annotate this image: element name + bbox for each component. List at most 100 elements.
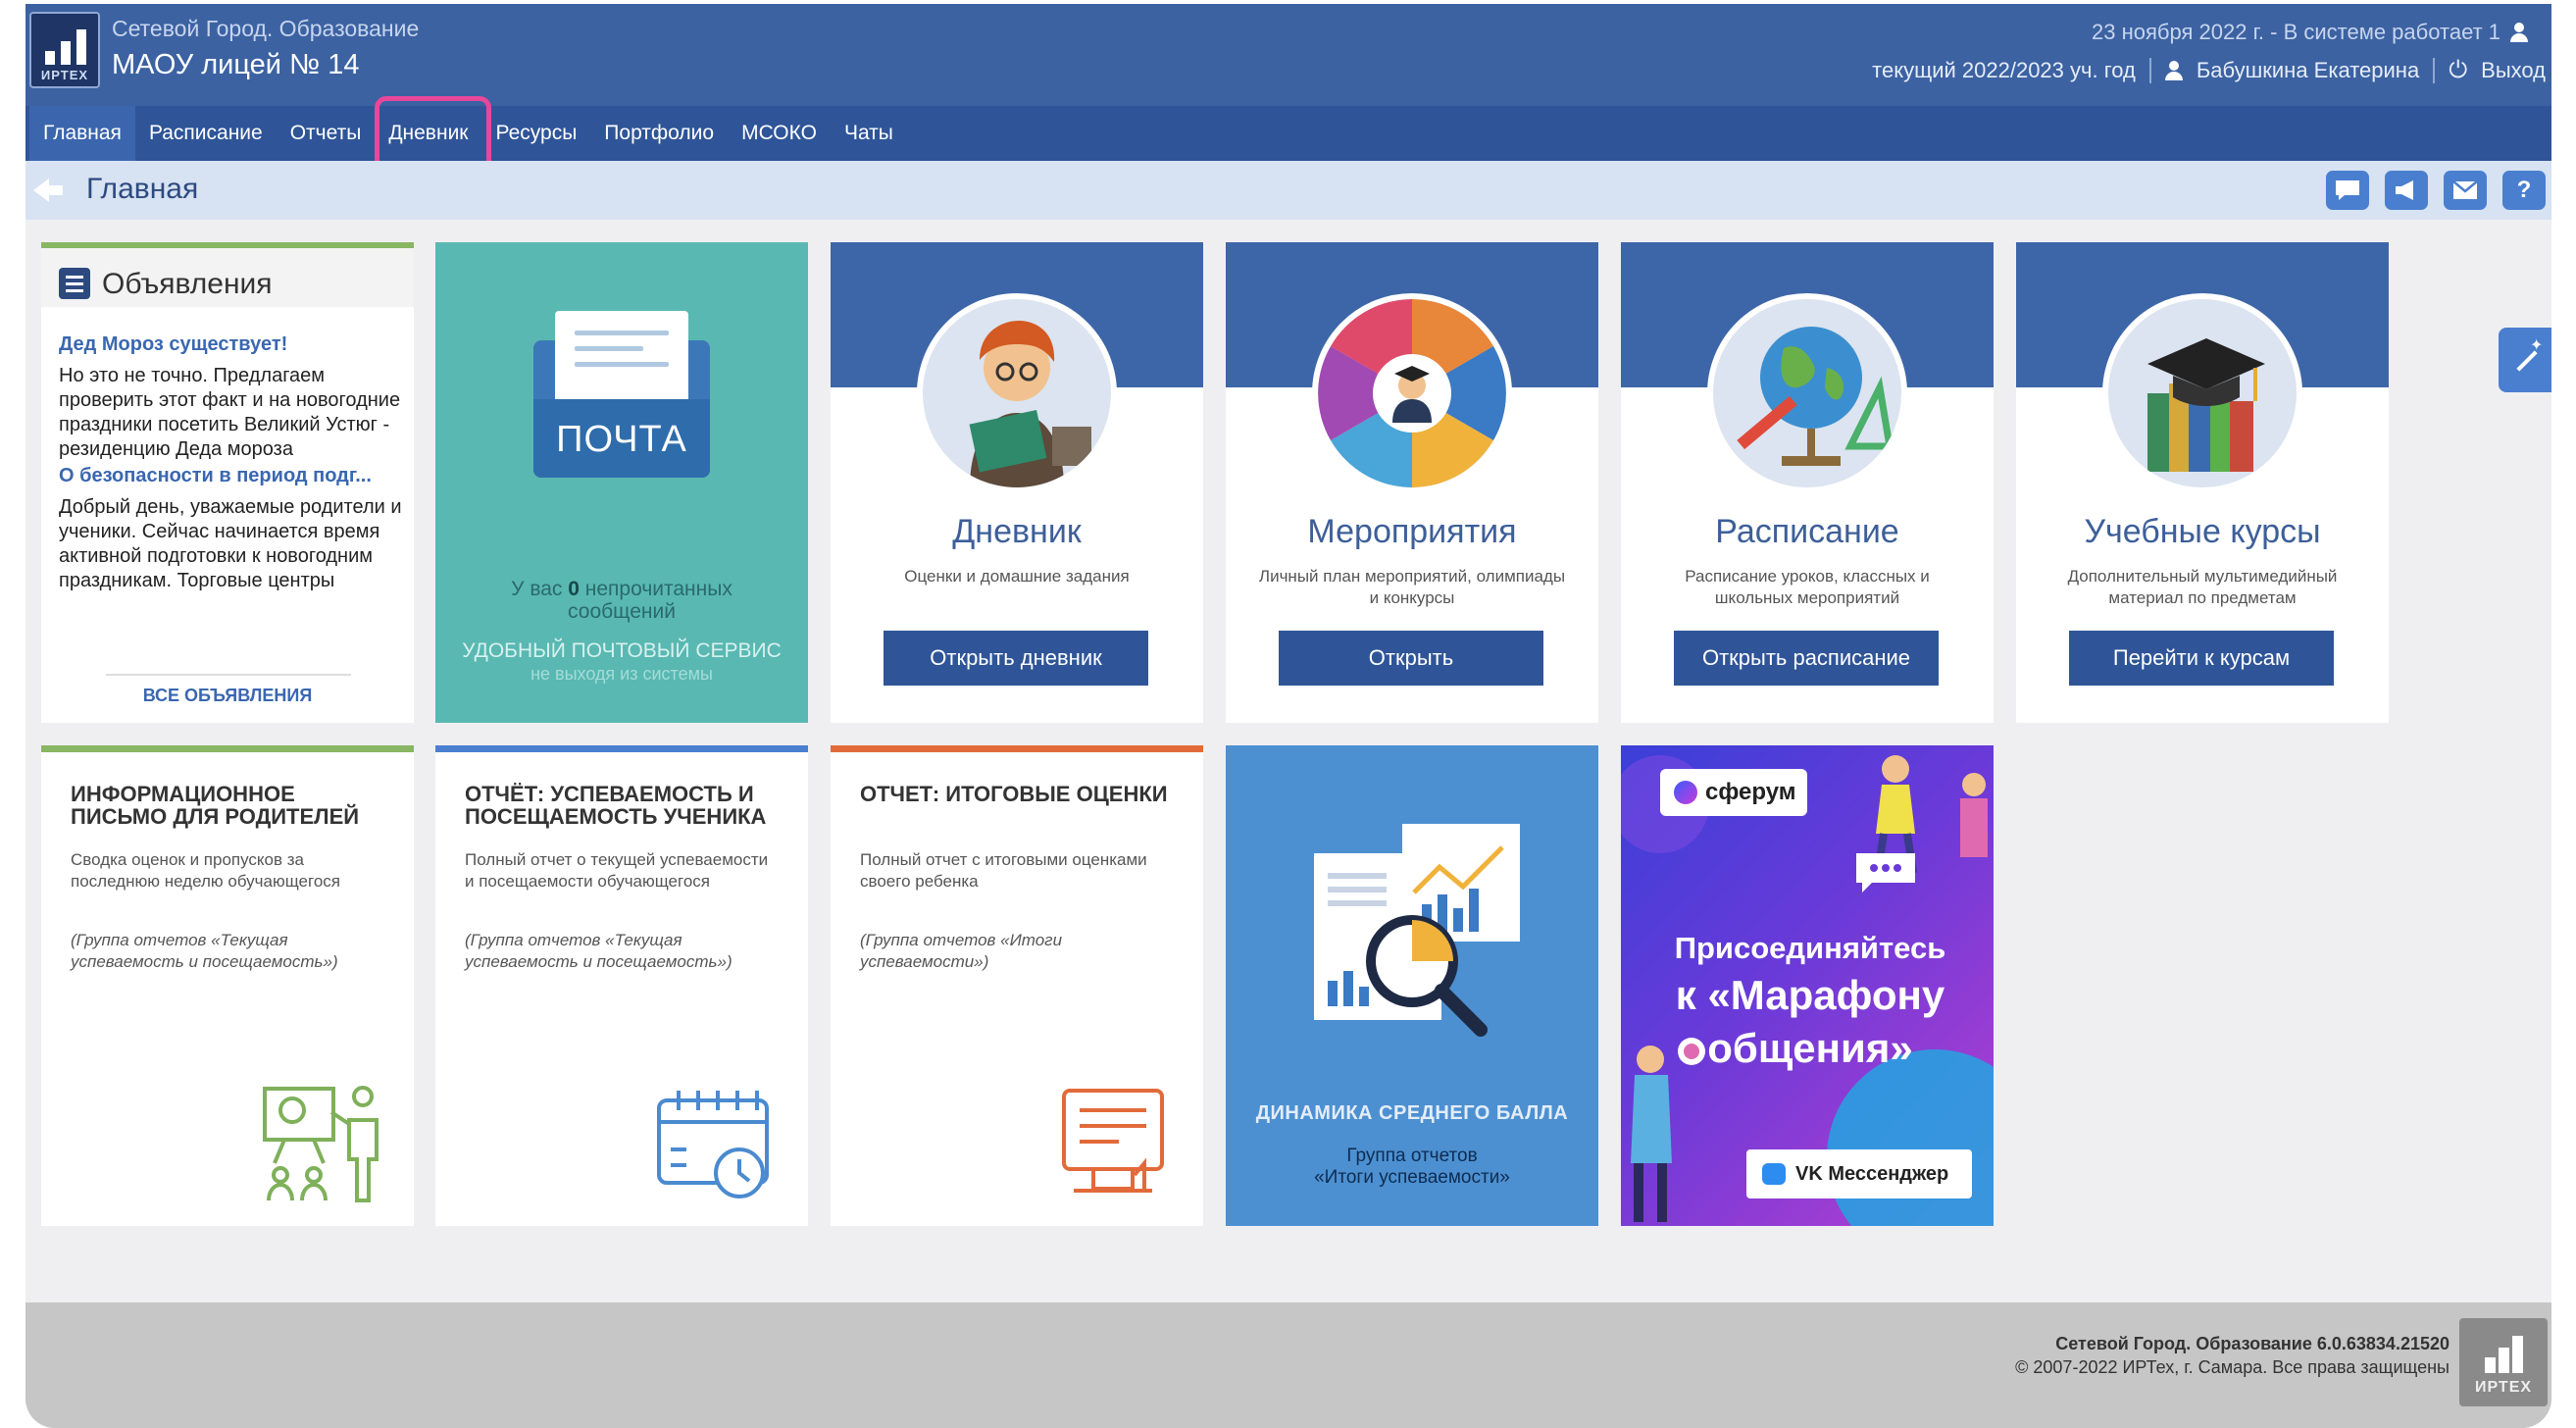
nav-item-schedule[interactable]: Расписание bbox=[135, 106, 277, 161]
report-description: Полный отчет о текущей успеваемости и по… bbox=[465, 850, 769, 891]
events-tile: Мероприятия Личный план мероприятий, оли… bbox=[1226, 242, 1598, 723]
mail-service-subtitle: не выходя из системы bbox=[530, 664, 713, 684]
page-title: Главная bbox=[86, 173, 199, 205]
back-arrow-icon[interactable] bbox=[33, 178, 63, 202]
accent-line bbox=[831, 745, 1203, 752]
books-graduation-cap-icon bbox=[2102, 293, 2302, 493]
open-diary-button[interactable]: Открыть дневник bbox=[884, 631, 1148, 686]
divider bbox=[2433, 58, 2436, 83]
mail-card[interactable]: ПОЧТА У вас 0 непрочитанных сообщений УД… bbox=[435, 242, 808, 723]
user-panel: текущий 2022/2023 уч. год Бабушкина Екат… bbox=[1872, 57, 2546, 84]
report-title: ОТЧЕТ: ИТОГОВЫЕ ОЦЕНКИ bbox=[860, 782, 1168, 806]
open-schedule-button[interactable]: Открыть расписание bbox=[1674, 631, 1939, 686]
report-title: ИНФОРМАЦИОННОЕ ПИСЬМО ДЛЯ РОДИТЕЛЕЙ bbox=[71, 782, 360, 829]
dynamics-title: ДИНАМИКА СРЕДНЕГО БАЛЛА bbox=[1255, 1102, 1569, 1124]
logo-text: ИРТЕХ bbox=[40, 68, 89, 82]
parent-letter-report-card[interactable]: ИНФОРМАЦИОННОЕ ПИСЬМО ДЛЯ РОДИТЕЛЕЙ Свод… bbox=[41, 745, 414, 1226]
footer-text: Сетевой Город. Образование 6.0.63834.215… bbox=[2015, 1332, 2450, 1379]
help-icon[interactable]: ? bbox=[2502, 171, 2546, 210]
report-group: (Группа отчетов «Текущая успеваемость и … bbox=[71, 931, 338, 971]
student-reading-icon bbox=[917, 293, 1117, 493]
unread-messages: У вас 0 непрочитанных сообщений bbox=[455, 578, 788, 623]
report-group: (Группа отчетов «Текущая успеваемость и … bbox=[465, 931, 732, 971]
ad-headline: Присоединяйтесь к «Марафону общения» bbox=[1639, 928, 1982, 1075]
app-window: ИРТЕХ Сетевой Город. Образование МАОУ ли… bbox=[25, 4, 2551, 1428]
nav-item-diary[interactable]: Дневник bbox=[375, 96, 492, 177]
attendance-report-card[interactable]: ОТЧЁТ: УСПЕВАЕМОСТЬ И ПОСЕЩАЕМОСТЬ УЧЕНИ… bbox=[435, 745, 808, 1226]
footer-logo-text: ИРТЕХ bbox=[2474, 1379, 2533, 1396]
irtech-logo[interactable]: ИРТЕХ bbox=[29, 12, 100, 88]
nav-item-resources[interactable]: Ресурсы bbox=[481, 106, 590, 161]
envelope-label: ПОЧТА bbox=[556, 419, 687, 460]
school-year[interactable]: текущий 2022/2023 уч. год bbox=[1872, 58, 2136, 83]
presentation-board-icon bbox=[255, 1081, 392, 1208]
final-grades-report-card[interactable]: ОТЧЕТ: ИТОГОВЫЕ ОЦЕНКИ Полный отчет с ит… bbox=[831, 745, 1203, 1226]
vk-messenger-badge[interactable]: VK Мессенджер bbox=[1746, 1149, 1972, 1198]
announcement-title[interactable]: О безопасности в период подг... bbox=[59, 464, 402, 487]
tile-title: Дневник bbox=[952, 513, 1082, 550]
tile-description: Личный план мероприятий, олимпиады и кон… bbox=[1258, 567, 1566, 607]
header: ИРТЕХ Сетевой Город. Образование МАОУ ли… bbox=[25, 4, 2551, 106]
dynamics-subtitle: Группа отчетов «Итоги успеваемости» bbox=[1226, 1146, 1598, 1189]
schedule-tile: Расписание Расписание уроков, классных и… bbox=[1621, 242, 1994, 723]
nav-item-chats[interactable]: Чаты bbox=[831, 106, 907, 161]
user-name[interactable]: Бабушкина Екатерина bbox=[2197, 58, 2419, 83]
tile-description: Дополнительный мультимедийный материал п… bbox=[2067, 567, 2338, 607]
unread-suffix: непрочитанных сообщений bbox=[568, 578, 732, 623]
dynamics-subtitle-line: Группа отчетов bbox=[1346, 1146, 1478, 1166]
nav-item-msoko[interactable]: МСОКО bbox=[728, 106, 831, 161]
online-user-icon[interactable] bbox=[2510, 23, 2528, 42]
globe-icon bbox=[1707, 293, 1907, 493]
megaphone-icon[interactable] bbox=[2385, 171, 2428, 210]
unread-count: 0 bbox=[568, 578, 580, 600]
sferum-ad-banner[interactable]: сферум Присоединяйтесь к «Марафону общен… bbox=[1621, 745, 1994, 1226]
nav-item-home[interactable]: Главная bbox=[29, 106, 135, 161]
events-collage-icon bbox=[1312, 293, 1512, 493]
announcements-list: Дед Мороз существует! Но это не точно. П… bbox=[59, 332, 402, 654]
footer-copyright: © 2007-2022 ИРТех, г. Самара. Все права … bbox=[2015, 1357, 2450, 1377]
irtech-footer-logo[interactable]: ИРТЕХ bbox=[2459, 1318, 2548, 1406]
power-icon[interactable]: ⏻ bbox=[2449, 57, 2467, 84]
dynamics-subtitle-line: «Итоги успеваемости» bbox=[1314, 1167, 1510, 1188]
ad-line: к «Марафону bbox=[1675, 972, 1945, 1018]
date-status-text: 23 ноября 2022 г. - В системе работает 1 bbox=[2092, 20, 2500, 44]
mail-icon[interactable] bbox=[2444, 171, 2487, 210]
courses-tile: Учебные курсы Дополнительный мультимедий… bbox=[2016, 242, 2389, 723]
open-courses-button[interactable]: Перейти к курсам bbox=[2069, 631, 2334, 686]
all-announcements-link[interactable]: ВСЕ ОБЪЯВЛЕНИЯ bbox=[41, 686, 414, 706]
list-icon bbox=[59, 268, 90, 299]
footer: Сетевой Город. Образование 6.0.63834.215… bbox=[25, 1302, 2551, 1428]
nav-item-reports[interactable]: Отчеты bbox=[277, 106, 376, 161]
announcement-text: Добрый день, уважаемые родители и ученик… bbox=[59, 496, 402, 591]
announcement-text: Но это не точно. Предлагаем проверить эт… bbox=[59, 365, 401, 460]
tile-description: Расписание уроков, классных и школьных м… bbox=[1685, 567, 1930, 607]
divider bbox=[106, 674, 351, 676]
magic-wand-icon[interactable] bbox=[2499, 328, 2551, 392]
report-title: ОТЧЁТ: УСПЕВАЕМОСТЬ И ПОСЕЩАЕМОСТЬ УЧЕНИ… bbox=[465, 782, 767, 829]
nav-item-portfolio[interactable]: Портфолио bbox=[590, 106, 728, 161]
analytics-magnifier-icon bbox=[1314, 824, 1520, 1037]
footer-version: Сетевой Город. Образование 6.0.63834.215… bbox=[2055, 1334, 2450, 1353]
school-name: МАОУ лицей № 14 bbox=[112, 49, 360, 80]
tile-title: Мероприятия bbox=[1307, 513, 1517, 550]
monitor-grades-icon bbox=[1044, 1081, 1182, 1208]
calendar-clock-icon bbox=[649, 1081, 786, 1208]
system-name: Сетевой Город. Образование bbox=[112, 16, 420, 41]
user-icon bbox=[2164, 61, 2183, 80]
announcements-header: Объявления bbox=[41, 242, 414, 307]
main-nav: Главная Расписание Отчеты Дневник Ресурс… bbox=[25, 96, 2551, 177]
announcement-title[interactable]: Дед Мороз существует! bbox=[59, 332, 402, 356]
sferum-logo: сферум bbox=[1660, 769, 1807, 816]
tile-description: Оценки и домашние задания bbox=[904, 567, 1130, 586]
grade-dynamics-card[interactable]: ДИНАМИКА СРЕДНЕГО БАЛЛА Группа отчетов «… bbox=[1226, 745, 1598, 1226]
accent-line bbox=[435, 745, 808, 752]
diary-tile: Дневник Оценки и домашние задания Открыт… bbox=[831, 242, 1203, 723]
logout-link[interactable]: Выход bbox=[2481, 58, 2546, 83]
ad-line: Присоединяйтесь bbox=[1674, 931, 1946, 965]
accent-line bbox=[41, 745, 414, 752]
open-events-button[interactable]: Открыть bbox=[1279, 631, 1543, 686]
report-group: (Группа отчетов «Итоги успеваемости») bbox=[860, 931, 1063, 971]
chat-bubble-icon[interactable] bbox=[2326, 171, 2369, 210]
envelope-icon: ПОЧТА bbox=[533, 311, 710, 478]
mail-service-title: УДОБНЫЙ ПОЧТОВЫЙ СЕРВИС bbox=[462, 639, 782, 662]
